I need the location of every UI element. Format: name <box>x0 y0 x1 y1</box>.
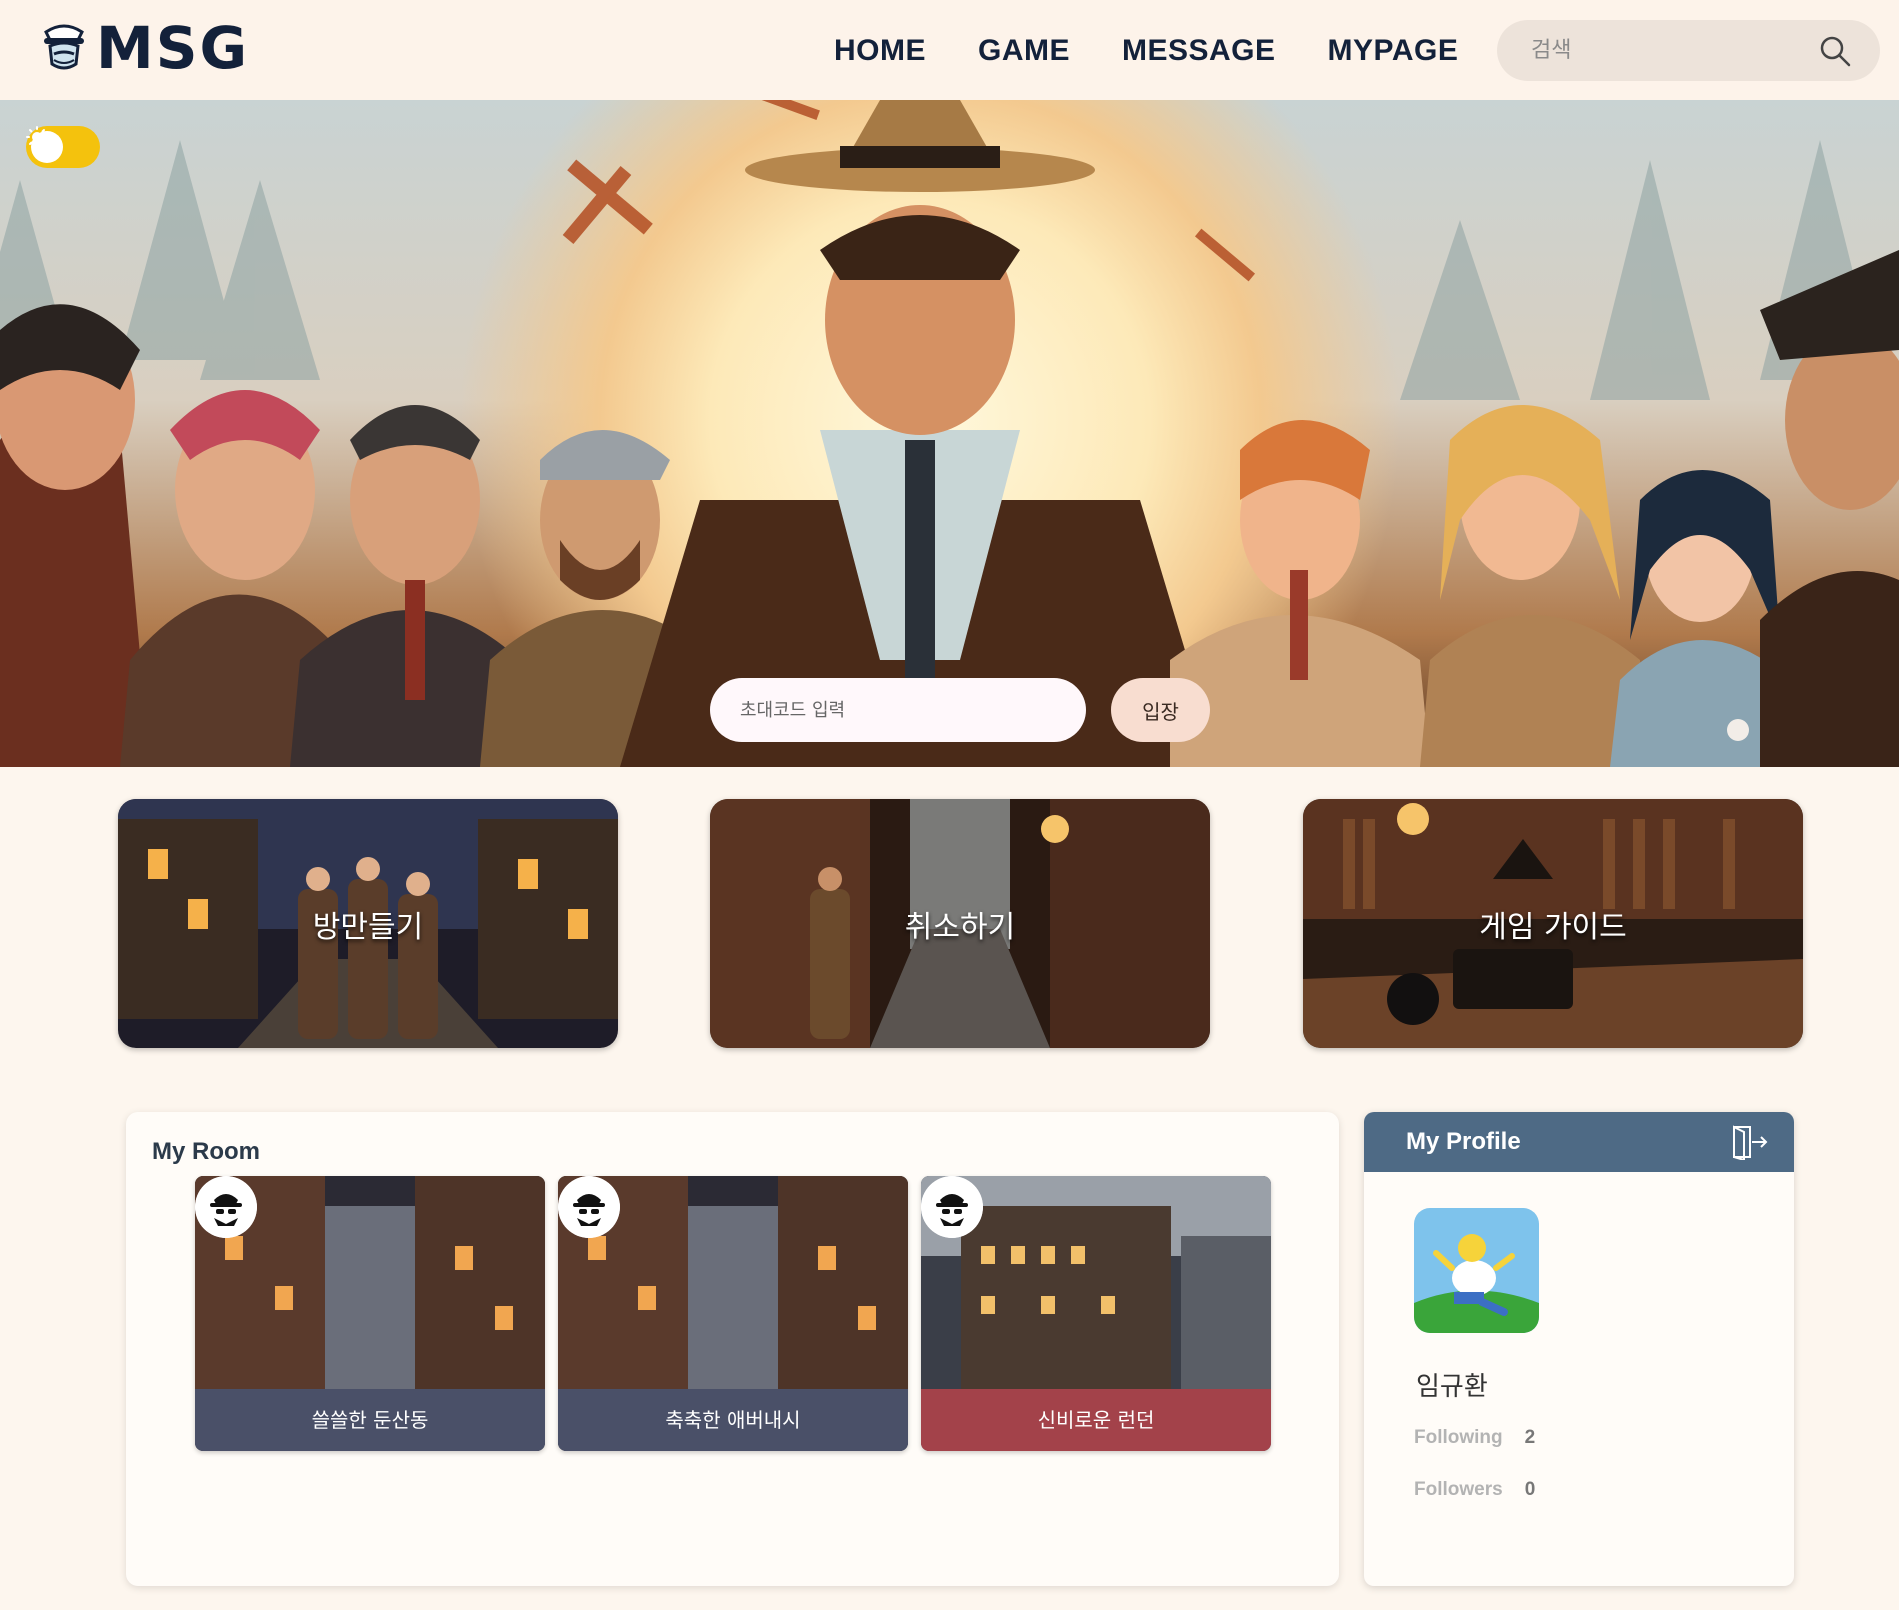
followers-label[interactable]: Followers <box>1414 1479 1503 1501</box>
avatar[interactable] <box>1414 1208 1539 1333</box>
game-guide-label: 게임 가이드 <box>1479 909 1627 945</box>
profile-header: My Profile <box>1364 1112 1794 1172</box>
detective-badge-icon <box>921 1176 983 1238</box>
create-room-label: 방만들기 <box>312 909 424 945</box>
detective-badge-icon <box>195 1176 257 1238</box>
avatar-image <box>1414 1208 1539 1333</box>
profile-panel: My Profile 임규환 Following 2 Followers 0 <box>1364 1112 1794 1586</box>
hero-illustration <box>0 100 1899 767</box>
profile-name: 임규환 <box>1416 1372 1488 1402</box>
room-card-1[interactable]: 쓸쓸한 둔산동 <box>195 1176 545 1451</box>
logo[interactable]: MSG <box>38 18 249 78</box>
nav-mypage[interactable]: MYPAGE <box>1328 34 1459 68</box>
nav-game[interactable]: GAME <box>978 34 1070 68</box>
sun-icon <box>26 126 48 148</box>
following-count: 2 <box>1524 1427 1536 1448</box>
followers-count: 0 <box>1524 1479 1536 1500</box>
my-room-title: My Room <box>152 1138 260 1165</box>
theme-toggle[interactable] <box>26 126 100 168</box>
my-room-panel: My Room 쓸쓸한 둔산동 축축한 애버내시 신비로운 런던 <box>126 1112 1339 1586</box>
detective-badge-icon <box>558 1176 620 1238</box>
search-input[interactable] <box>1497 38 1797 63</box>
main-nav: HOME GAME MESSAGE MYPAGE <box>834 34 1458 68</box>
create-room-card[interactable]: 방만들기 <box>118 799 618 1048</box>
carousel-indicator[interactable] <box>1727 719 1749 741</box>
cancel-label: 취소하기 <box>904 909 1016 945</box>
logo-text: MSG <box>96 14 250 82</box>
profile-title: My Profile <box>1406 1128 1521 1155</box>
followers-stat: Followers 0 <box>1414 1479 1535 1501</box>
room-card-3[interactable]: 신비로운 런던 <box>921 1176 1271 1451</box>
following-stat: Following 2 <box>1414 1427 1535 1449</box>
search-icon[interactable] <box>1818 34 1852 68</box>
enter-button[interactable]: 입장 <box>1111 678 1210 742</box>
room-card-2[interactable]: 축축한 애버내시 <box>558 1176 908 1451</box>
invite-code-input[interactable] <box>710 678 1086 742</box>
logo-detective-icon <box>44 24 84 70</box>
nav-home[interactable]: HOME <box>834 34 926 68</box>
header: MSG HOME GAME MESSAGE MYPAGE <box>0 0 1899 100</box>
room-3-name: 신비로운 런던 <box>1037 1408 1155 1432</box>
game-guide-card[interactable]: 게임 가이드 <box>1303 799 1803 1048</box>
nav-message[interactable]: MESSAGE <box>1122 34 1276 68</box>
logout-icon[interactable] <box>1730 1124 1770 1160</box>
hero-banner: 입장 <box>0 100 1899 767</box>
search-bar <box>1497 20 1880 81</box>
room-1-name: 쓸쓸한 둔산동 <box>311 1408 429 1432</box>
following-label[interactable]: Following <box>1414 1427 1503 1449</box>
cancel-card[interactable]: 취소하기 <box>710 799 1210 1048</box>
room-2-name: 축축한 애버내시 <box>665 1408 801 1432</box>
